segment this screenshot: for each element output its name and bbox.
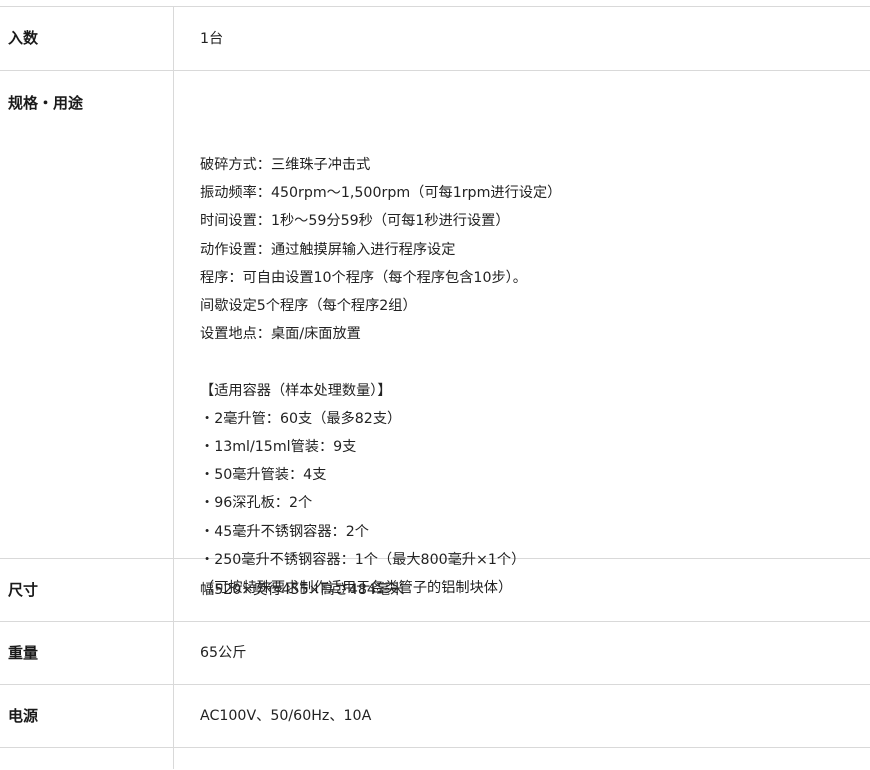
spec-value-line: 振动频率：450rpm～1,500rpm（可每1rpm进行设定） <box>200 185 562 202</box>
spec-value-line: AC100V、50/60Hz、10A <box>200 708 372 724</box>
spec-value-line: 时间设置：1秒～59分59秒（可每1秒进行设置） <box>200 213 510 230</box>
spec-value-line: 设置地点：桌面/床面放置 <box>200 326 361 343</box>
spec-value-line: 1台 <box>200 31 224 47</box>
spec-row-specification: 规格・用途 破碎方式：三维珠子冲击式 振动频率：450rpm～1,500rpm（… <box>0 71 870 596</box>
spec-value-line: 程序：可自由设置10个程序（每个程序包含10步）。 <box>200 269 527 286</box>
spec-label: 重量 <box>0 622 174 684</box>
spec-row-dimensions: 尺寸 幅520×奥行455×高さ484毫米 <box>0 559 870 622</box>
spec-row-quantity: 入数 1台 <box>0 7 870 71</box>
spec-value: 破碎方式：三维珠子冲击式 振动频率：450rpm～1,500rpm（可每1rpm… <box>174 71 870 596</box>
spec-value-line: 动作设置：通过触摸屏输入进行程序设定 <box>200 241 456 258</box>
spec-row-weight: 重量 65公斤 <box>0 622 870 685</box>
spec-label: 规格・用途 <box>0 71 174 558</box>
spec-value-line: ・13ml/15ml管装：9支 <box>200 439 357 456</box>
spec-value: 1台 <box>174 7 870 70</box>
spec-row-power: 电源 AC100V、50/60Hz、10A <box>0 685 870 748</box>
spec-value-line: 【适用容器（样本处理数量）】 <box>200 382 392 399</box>
spec-value-line: 幅520×奥行455×高さ484毫米 <box>200 582 405 598</box>
spec-label: 电源 <box>0 685 174 747</box>
spec-value-empty <box>174 748 870 770</box>
spec-value-line: ・50毫升管装：4支 <box>200 467 327 484</box>
spec-value-line <box>200 348 870 376</box>
spec-label-empty <box>0 748 174 769</box>
spec-value-line: 破碎方式：三维珠子冲击式 <box>200 157 371 173</box>
spec-value-line: 65公斤 <box>200 645 247 661</box>
spec-table: 入数 1台 规格・用途 破碎方式：三维珠子冲击式 振动频率：450rpm～1,5… <box>0 6 870 770</box>
spec-label: 尺寸 <box>0 559 174 621</box>
spec-value: 65公斤 <box>174 622 870 684</box>
spec-value: 幅520×奥行455×高さ484毫米 <box>174 559 870 621</box>
spec-value: AC100V、50/60Hz、10A <box>174 685 870 747</box>
spec-row-next <box>0 748 870 770</box>
spec-value-line: ・96深孔板：2个 <box>200 495 313 512</box>
spec-value-line: 间歇设定5个程序（每个程序2组） <box>200 298 417 315</box>
spec-label: 入数 <box>0 7 174 70</box>
spec-value-line: ・2毫升管：60支（最多82支） <box>200 410 402 427</box>
spec-value-line: ・45毫升不锈钢容器：2个 <box>200 523 369 540</box>
